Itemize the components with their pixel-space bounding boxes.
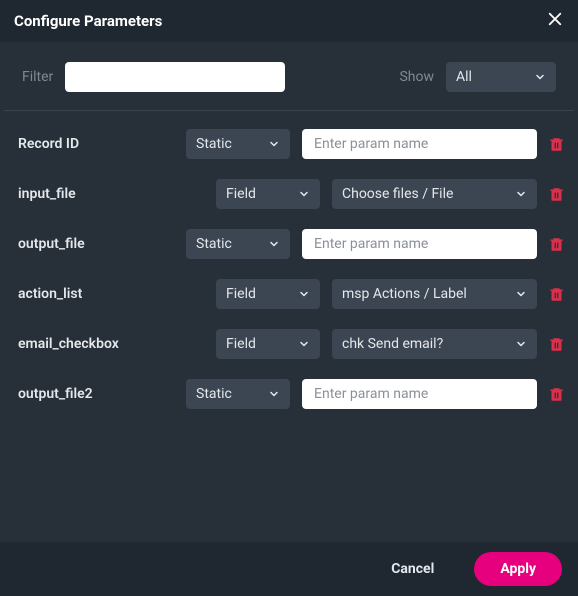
param-row: output_file2 Static — [18, 379, 564, 409]
chevron-down-icon — [268, 388, 280, 400]
type-dropdown-value: Field — [226, 186, 256, 202]
trash-icon[interactable] — [549, 187, 564, 202]
filter-input[interactable] — [65, 62, 285, 92]
dialog-title: Configure Parameters — [14, 12, 162, 30]
value-dropdown-value: msp Actions / Label — [342, 286, 467, 302]
apply-button[interactable]: Apply — [474, 552, 562, 586]
value-dropdown-value: Choose files / File — [342, 186, 453, 202]
chevron-down-icon — [298, 338, 310, 350]
value-dropdown[interactable]: msp Actions / Label — [332, 279, 537, 309]
type-dropdown-value: Field — [226, 336, 256, 352]
param-label: action_list — [18, 286, 186, 302]
param-label: email_checkbox — [18, 336, 186, 352]
dialog-footer: Cancel Apply — [0, 542, 578, 596]
value-dropdown[interactable]: Choose files / File — [332, 179, 537, 209]
param-row: action_list Field msp Actions / Label — [18, 279, 564, 309]
param-name-input[interactable] — [302, 379, 537, 409]
type-dropdown[interactable]: Field — [216, 279, 320, 309]
chevron-down-icon — [268, 238, 280, 250]
chevron-down-icon — [515, 338, 527, 350]
type-dropdown-value: Static — [196, 386, 232, 402]
trash-icon[interactable] — [549, 337, 564, 352]
titlebar: Configure Parameters — [0, 0, 578, 42]
close-icon[interactable] — [546, 10, 564, 32]
type-dropdown[interactable]: Field — [216, 179, 320, 209]
trash-icon[interactable] — [549, 387, 564, 402]
param-name-input[interactable] — [302, 229, 537, 259]
param-row: input_file Field Choose files / File — [18, 179, 564, 209]
show-dropdown-value: All — [456, 69, 472, 85]
show-label: Show — [399, 69, 434, 85]
type-dropdown-value: Static — [196, 136, 232, 152]
cancel-button[interactable]: Cancel — [365, 552, 460, 586]
type-dropdown[interactable]: Static — [186, 129, 290, 159]
param-row: output_file Static — [18, 229, 564, 259]
trash-icon[interactable] — [549, 137, 564, 152]
chevron-down-icon — [298, 288, 310, 300]
type-dropdown[interactable]: Field — [216, 329, 320, 359]
filter-bar: Filter Show All — [4, 42, 574, 111]
param-label: output_file2 — [18, 386, 186, 402]
type-dropdown-value: Field — [226, 286, 256, 302]
filter-label: Filter — [22, 69, 53, 85]
parameters-list: Record ID Static input_file Field Choose… — [0, 111, 578, 542]
configure-parameters-dialog: Configure Parameters Filter Show All Rec… — [0, 0, 578, 596]
param-name-input[interactable] — [302, 129, 537, 159]
param-label: input_file — [18, 186, 186, 202]
param-row: Record ID Static — [18, 129, 564, 159]
type-dropdown-value: Static — [196, 236, 232, 252]
type-dropdown[interactable]: Static — [186, 229, 290, 259]
param-row: email_checkbox Field chk Send email? — [18, 329, 564, 359]
chevron-down-icon — [298, 188, 310, 200]
param-label: output_file — [18, 236, 186, 252]
type-dropdown[interactable]: Static — [186, 379, 290, 409]
chevron-down-icon — [515, 188, 527, 200]
param-label: Record ID — [18, 136, 186, 152]
show-dropdown[interactable]: All — [446, 62, 556, 92]
chevron-down-icon — [534, 71, 546, 83]
value-dropdown[interactable]: chk Send email? — [332, 329, 537, 359]
chevron-down-icon — [268, 138, 280, 150]
chevron-down-icon — [515, 288, 527, 300]
trash-icon[interactable] — [549, 287, 564, 302]
value-dropdown-value: chk Send email? — [342, 336, 443, 352]
trash-icon[interactable] — [549, 237, 564, 252]
